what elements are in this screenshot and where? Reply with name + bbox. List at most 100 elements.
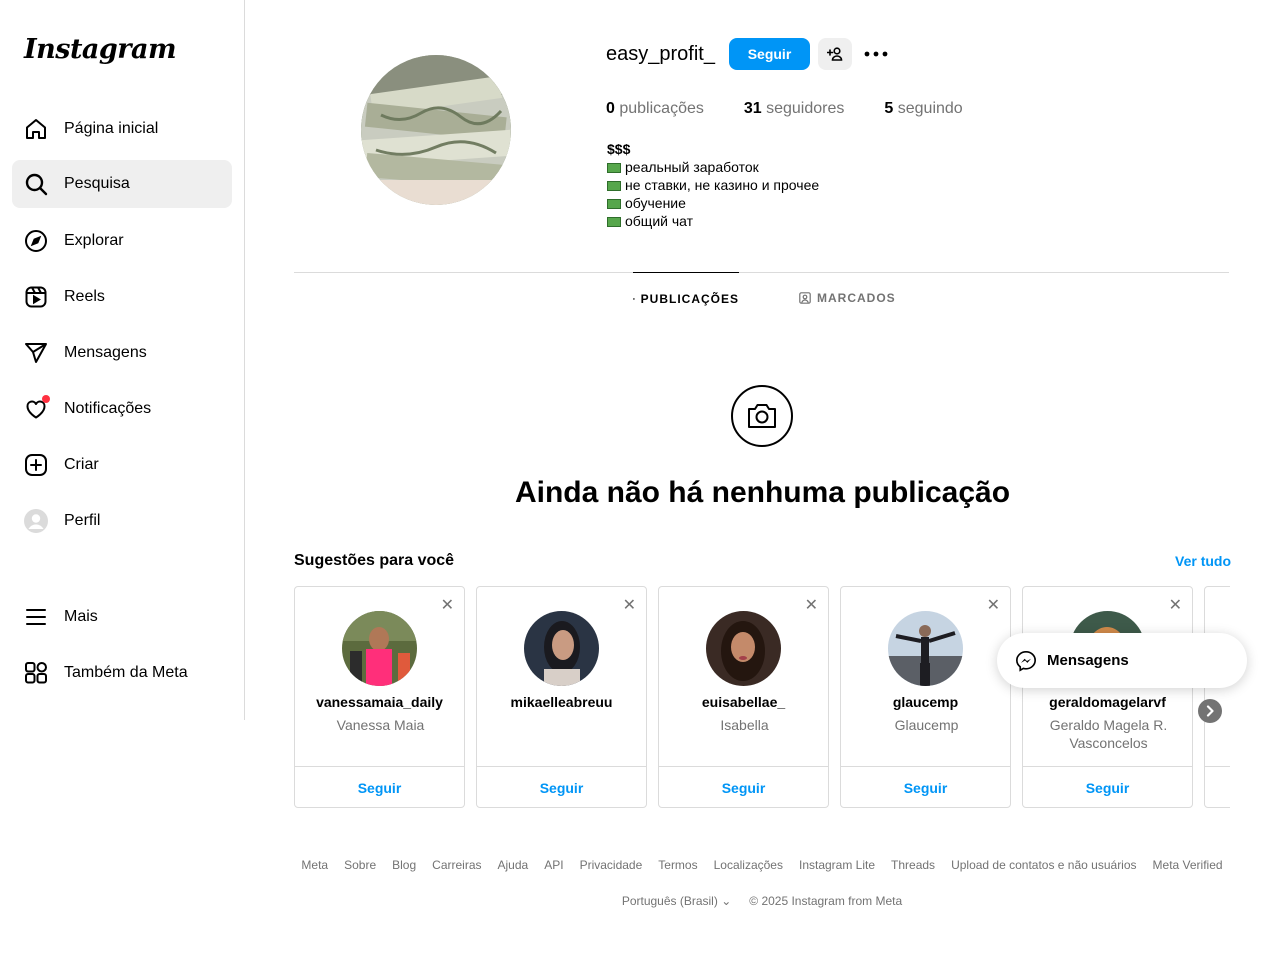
heart-icon	[24, 395, 50, 421]
footer-link[interactable]: Upload de contatos e não usuários	[951, 858, 1136, 872]
language-selector[interactable]: Português (Brasil) ⌄	[622, 894, 731, 908]
following-label: seguindo	[897, 100, 963, 117]
tab-posts[interactable]: PUBLICAÇÕES	[633, 272, 739, 324]
follow-button[interactable]: Seguir	[659, 780, 828, 796]
bio-line: не ставки, не казино и прочее	[607, 176, 819, 194]
suggestion-card: ✕ geraldomagelarvf Geraldo Magela R. Vas…	[1022, 586, 1193, 808]
add-user-icon	[827, 47, 843, 61]
card-divider	[1205, 766, 1230, 767]
suggestion-card: ✕ vanessamaia_daily Vanessa Maia Seguir	[294, 586, 465, 808]
sidebar-item-reels[interactable]: Reels	[12, 273, 232, 321]
footer-link[interactable]: Meta Verified	[1153, 858, 1223, 872]
avatar[interactable]	[706, 611, 781, 686]
suggestion-username[interactable]: euisabellae_	[659, 694, 828, 710]
card-divider	[1023, 766, 1192, 767]
sidebar-item-label: Reels	[64, 288, 105, 305]
suggestion-card: ✕ mikaelleabreuu Seguir	[476, 586, 647, 808]
close-icon[interactable]: ✕	[1169, 595, 1182, 615]
card-divider	[477, 766, 646, 767]
suggestions-carousel: ✕ vanessamaia_daily Vanessa Maia Seguir …	[294, 586, 1230, 809]
sidebar-item-label: Também da Meta	[64, 664, 188, 681]
sidebar-item-messages[interactable]: Mensagens	[12, 329, 232, 377]
sidebar-item-label: Criar	[64, 456, 99, 473]
carousel-next-button[interactable]	[1198, 699, 1222, 723]
followers-count: 31	[743, 100, 762, 117]
profile-username: easy_profit_	[606, 43, 715, 65]
tagged-icon	[799, 292, 811, 304]
suggestion-username[interactable]: geraldomagelarvf	[1023, 694, 1192, 710]
suggestion-name: Isabella	[720, 717, 769, 733]
empty-state-title: Ainda não há nenhuma publicação	[514, 476, 1011, 509]
sidebar-item-label: Mensagens	[64, 344, 147, 361]
suggest-users-button[interactable]	[818, 38, 852, 70]
instagram-logo[interactable]: Instagram	[24, 34, 177, 65]
sidebar-item-notifications[interactable]: Notificações	[12, 385, 232, 433]
footer-link[interactable]: Blog	[392, 858, 416, 872]
avatar[interactable]	[342, 611, 417, 686]
footer-link[interactable]: Sobre	[344, 858, 376, 872]
suggestion-name: Vanessa Maia	[336, 717, 425, 733]
tab-label: PUBLICAÇÕES	[640, 291, 739, 306]
close-icon[interactable]: ✕	[441, 595, 454, 615]
sidebar-item-more[interactable]: Mais	[12, 593, 232, 641]
footer-link[interactable]: Meta	[301, 858, 328, 872]
compass-icon	[24, 229, 48, 253]
bio-line-text: общий чат	[625, 213, 694, 229]
reels-icon	[24, 285, 48, 309]
footer-link[interactable]: Ajuda	[498, 858, 529, 872]
suggestion-username[interactable]: mikaelleabreuu	[477, 694, 646, 710]
camera-icon	[748, 404, 776, 428]
close-icon[interactable]: ✕	[623, 595, 636, 615]
menu-icon	[24, 605, 48, 629]
footer-link[interactable]: Carreiras	[432, 858, 481, 872]
money-icon	[607, 163, 621, 173]
card-divider	[659, 766, 828, 767]
chevron-right-icon	[1206, 705, 1214, 717]
messages-floating-button[interactable]: Mensagens	[997, 633, 1247, 688]
tab-tagged[interactable]: MARCADOS	[799, 272, 899, 324]
avatar[interactable]	[888, 611, 963, 686]
footer-link[interactable]: Instagram Lite	[799, 858, 875, 872]
sidebar-item-label: Explorar	[64, 232, 124, 249]
avatar[interactable]	[524, 611, 599, 686]
sidebar-item-also-from-meta[interactable]: Também da Meta	[12, 649, 232, 697]
follow-button[interactable]: Seguir	[477, 780, 646, 796]
follow-button[interactable]: Seguir	[729, 38, 810, 70]
followers-label: seguidores	[766, 100, 845, 117]
suggestions-title: Sugestões para você	[294, 552, 455, 569]
footer-link[interactable]: Localizações	[714, 858, 783, 872]
suggestion-username[interactable]: glaucemp	[841, 694, 1010, 710]
sidebar-item-search[interactable]: Pesquisa	[12, 160, 232, 208]
close-icon[interactable]: ✕	[987, 595, 1000, 615]
sidebar-item-label: Página inicial	[64, 120, 159, 137]
follow-button[interactable]: Seguir	[1023, 780, 1192, 796]
close-icon[interactable]: ✕	[805, 595, 818, 615]
see-all-link[interactable]: Ver tudo	[1175, 553, 1231, 569]
home-icon	[24, 117, 48, 141]
footer-link[interactable]: Privacidade	[580, 858, 643, 872]
follow-button[interactable]: Seguir	[295, 780, 464, 796]
sidebar-item-label: Perfil	[64, 512, 101, 529]
footer-link[interactable]: Threads	[891, 858, 935, 872]
sidebar-item-label: Mais	[64, 608, 98, 625]
follow-button[interactable]: Seguir	[841, 780, 1010, 796]
bio-line: обучение	[607, 194, 819, 212]
sidebar-item-label: Notificações	[64, 400, 152, 417]
sidebar-item-explore[interactable]: Explorar	[12, 217, 232, 265]
card-divider	[295, 766, 464, 767]
following-stat[interactable]: 5 seguindo	[884, 100, 962, 118]
suggestion-card: ✕ glaucemp Glaucemp Seguir	[840, 586, 1011, 808]
suggestion-username[interactable]: vanessamaia_daily	[295, 694, 464, 710]
footer-link[interactable]: Termos	[658, 858, 697, 872]
search-icon	[24, 172, 48, 196]
footer-link[interactable]: API	[544, 858, 563, 872]
language-label: Português (Brasil)	[621, 894, 718, 908]
followers-stat[interactable]: 31 seguidores	[744, 100, 845, 118]
profile-stats: 0 publicações 31 seguidores 5 seguindo	[606, 100, 963, 118]
profile-picture[interactable]	[361, 55, 511, 205]
footer-links: Meta Sobre Blog Carreiras Ajuda API Priv…	[294, 858, 1230, 872]
more-options-button[interactable]	[862, 42, 890, 66]
sidebar-item-home[interactable]: Página inicial	[12, 105, 232, 153]
posts-count: 0	[606, 100, 615, 117]
money-icon	[607, 199, 621, 209]
